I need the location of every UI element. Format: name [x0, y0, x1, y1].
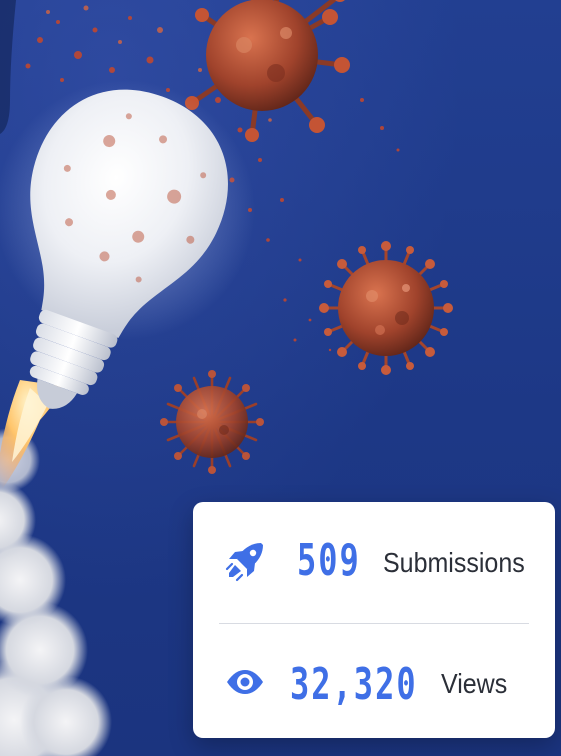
stats-card: 509 Submissions 32,320 Views: [193, 502, 555, 738]
page: 509 Submissions 32,320 Views: [0, 0, 561, 756]
views-stat: 32,320 Views: [193, 620, 555, 738]
views-count: 32,320: [290, 658, 418, 710]
submissions-count: 509: [297, 534, 361, 586]
rocket-icon: [223, 539, 267, 583]
eye-icon: [223, 660, 267, 704]
submissions-stat: 509 Submissions: [193, 502, 555, 620]
submissions-label: Submissions: [383, 547, 525, 579]
views-label: Views: [441, 668, 508, 700]
